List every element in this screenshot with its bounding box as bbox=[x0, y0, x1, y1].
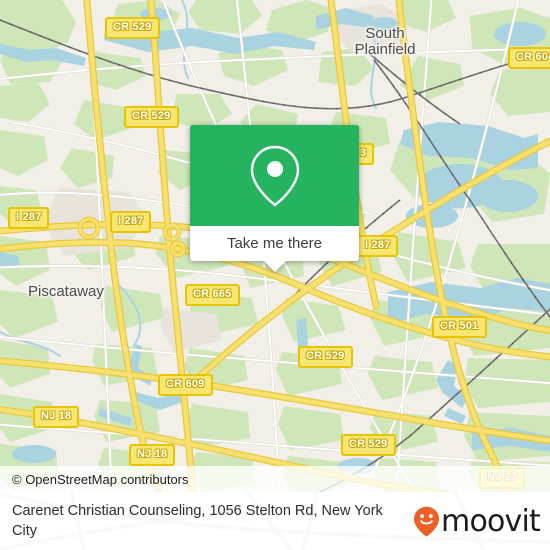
location-popup[interactable]: Take me there bbox=[190, 125, 359, 272]
route-shield-cr-609[interactable]: CR 609 bbox=[158, 374, 213, 396]
route-shield-cr-529-center[interactable]: CR 529 bbox=[298, 346, 353, 368]
take-me-there-label: Take me there bbox=[226, 235, 323, 252]
map-screenshot: .grn { fill:#cfe6b8; } .grn2 { fill:#d9e… bbox=[0, 0, 550, 550]
map-canvas[interactable]: .grn { fill:#cfe6b8; } .grn2 { fill:#d9e… bbox=[0, 0, 550, 492]
route-shield-i-287-west[interactable]: I 287 bbox=[8, 207, 50, 229]
openstreetmap-attribution[interactable]: © OpenStreetMap contributors bbox=[12, 472, 189, 487]
footer-bar: Carenet Christian Counseling, 1056 Stelt… bbox=[0, 492, 550, 550]
route-shield-cr-529-upper[interactable]: CR 529 bbox=[124, 106, 179, 128]
route-shield-i-287-east[interactable]: I 287 bbox=[357, 235, 399, 257]
moovit-pin-icon bbox=[414, 506, 440, 536]
popup-header bbox=[190, 125, 359, 226]
route-shield-cr-529-north[interactable]: CR 529 bbox=[105, 17, 160, 39]
location-address: Carenet Christian Counseling, 1056 Stelt… bbox=[12, 503, 383, 539]
route-shield-cr-665[interactable]: CR 665 bbox=[185, 284, 240, 306]
popup-pointer bbox=[263, 261, 286, 272]
moovit-logo[interactable]: moovit bbox=[413, 504, 550, 539]
route-shield-cr-501[interactable]: CR 501 bbox=[432, 316, 487, 338]
route-shield-nj-18-west[interactable]: NJ 18 bbox=[33, 406, 80, 428]
place-label-piscataway: Piscataway bbox=[28, 283, 104, 300]
moovit-wordmark: moovit bbox=[441, 503, 541, 539]
map-pin-icon bbox=[250, 145, 299, 207]
route-shield-i-287-mid[interactable]: I 287 bbox=[110, 211, 152, 233]
map-attribution-bar: © OpenStreetMap contributors bbox=[0, 466, 550, 492]
route-shield-cr-529-south[interactable]: CR 529 bbox=[341, 434, 396, 456]
popup-footer[interactable]: Take me there bbox=[190, 226, 359, 272]
route-shield-nj-18-south[interactable]: NJ 18 bbox=[129, 444, 176, 466]
route-shield-cr-604[interactable]: CR 604 bbox=[508, 47, 550, 69]
place-label-south-plainfield: South Plainfield bbox=[354, 25, 416, 58]
